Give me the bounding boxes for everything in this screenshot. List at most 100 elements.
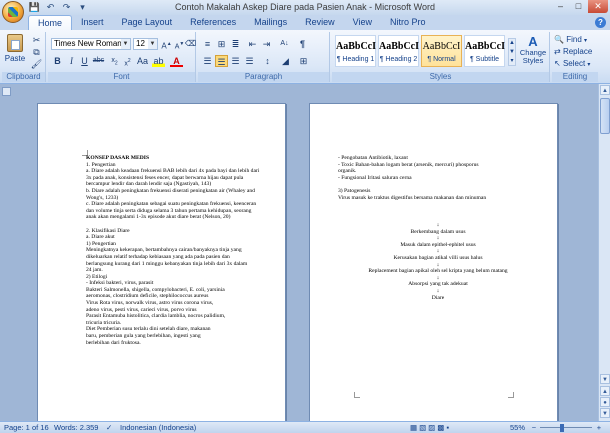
scroll-down-icon[interactable]: ▼ xyxy=(600,374,610,384)
page-count[interactable]: Page: 1 of 16 xyxy=(4,422,49,433)
change-case-icon[interactable]: Aa xyxy=(136,55,149,67)
margin-mark xyxy=(508,392,514,398)
office-button[interactable] xyxy=(2,1,24,23)
change-styles-button[interactable]: A Change Styles xyxy=(518,34,548,65)
find-label: Find xyxy=(566,35,582,44)
document-line: - Infeksi bakteri, virus, parasit xyxy=(86,280,154,287)
binoculars-icon: 🔍 xyxy=(554,35,564,44)
format-painter-icon[interactable]: 🖌 xyxy=(30,58,43,70)
highlight-icon[interactable]: ab xyxy=(152,55,165,67)
align-center-icon[interactable]: ☰ xyxy=(215,55,228,67)
font-group-label: Font xyxy=(48,72,195,82)
strikethrough-icon[interactable]: abc xyxy=(92,55,105,67)
document-line: 1) Pengertian xyxy=(86,240,116,247)
chevron-down-icon: ▼ xyxy=(148,39,157,49)
document-line: ↓ xyxy=(436,235,440,242)
tab-insert[interactable]: Insert xyxy=(72,15,113,30)
style-name: ¶ Normal xyxy=(427,56,456,63)
increase-indent-icon[interactable]: ⇥ xyxy=(260,38,273,50)
help-icon[interactable]: ? xyxy=(595,17,606,28)
document-line: a. Diare adalah keadaan frekuensi BAB le… xyxy=(86,168,260,175)
vertical-scrollbar[interactable]: ▲ ▼ ▲ ● ▼ xyxy=(598,84,610,421)
tab-home[interactable]: Home xyxy=(28,15,73,30)
document-line: adeno virus, pesti virus, carieci virus,… xyxy=(86,306,197,313)
tab-view[interactable]: View xyxy=(344,15,381,30)
styles-scroll[interactable]: ▲ ▼ ▾ xyxy=(508,38,516,66)
style-heading-2[interactable]: AaBbCcI ¶ Heading 2 xyxy=(378,35,419,67)
select-button[interactable]: ↖ Select ▾ xyxy=(554,59,598,68)
zoom-slider-thumb[interactable] xyxy=(560,424,564,432)
clipboard-icon xyxy=(7,34,23,52)
zoom-in-icon[interactable]: + xyxy=(595,422,603,433)
tab-page-layout[interactable]: Page Layout xyxy=(113,15,182,30)
document-line: Diare xyxy=(431,294,445,301)
italic-icon[interactable]: I xyxy=(65,55,78,67)
page-1[interactable]: KONSEP DASAR MEDIS 1. Pengertian a. Diare … xyxy=(37,103,286,421)
sort-icon[interactable]: A↓ xyxy=(278,38,291,50)
font-color-icon[interactable]: A xyxy=(170,55,183,67)
align-right-icon[interactable]: ☰ xyxy=(229,55,242,67)
next-page-icon[interactable]: ▼ xyxy=(600,408,610,418)
styles-group: AaBbCcI ¶ Heading 1 AaBbCcI ¶ Heading 2 … xyxy=(332,32,550,82)
ruler-toggle-icon[interactable] xyxy=(2,87,11,96)
browse-object-icon[interactable]: ● xyxy=(600,397,610,407)
show-marks-icon[interactable]: ¶ xyxy=(296,38,309,50)
line-spacing-icon[interactable]: ↕ xyxy=(261,55,274,67)
paste-label: Paste xyxy=(4,54,26,63)
bold-icon[interactable]: B xyxy=(51,55,64,67)
title-bar: 💾 ↶ ↷ ▾ Contoh Makalah Askep Diare pada … xyxy=(0,0,610,15)
document-line: Berkembang dalam usus xyxy=(410,228,466,235)
previous-page-icon[interactable]: ▲ xyxy=(600,386,610,396)
page-2[interactable]: - Pengobatan Antibiotik, laxant - Toxic B… xyxy=(309,103,558,421)
language-indicator[interactable]: Indonesian (Indonesia) xyxy=(120,422,196,433)
minimize-icon[interactable]: – xyxy=(552,0,569,13)
scroll-thumb[interactable] xyxy=(600,98,610,134)
close-icon[interactable]: ✕ xyxy=(588,0,608,13)
decrease-indent-icon[interactable]: ⇤ xyxy=(246,38,259,50)
spelling-icon[interactable]: ✓ xyxy=(106,422,112,433)
document-line: ↓ xyxy=(436,222,440,228)
cut-icon[interactable]: ✂ xyxy=(30,34,43,46)
tab-references[interactable]: References xyxy=(181,15,245,30)
zoom-slider[interactable] xyxy=(540,427,592,428)
find-button[interactable]: 🔍 Find ▾ xyxy=(554,35,598,44)
tab-mailings[interactable]: Mailings xyxy=(245,15,296,30)
style-subtitle[interactable]: AaBbCcI ¶ Subtitle xyxy=(464,35,505,67)
pathogenesis-flow[interactable]: ↓ Berkembang dalam usus ↓ Masuk dalam epith… xyxy=(338,222,538,332)
borders-icon[interactable]: ⊞ xyxy=(297,55,310,67)
view-buttons[interactable]: ▦▧▨▩▪ xyxy=(410,422,451,433)
font-family-select[interactable]: Times New Roman ▼ xyxy=(51,38,131,50)
subscript-icon[interactable]: x2 xyxy=(108,55,121,67)
document-area[interactable]: KONSEP DASAR MEDIS 1. Pengertian a. Diare … xyxy=(0,84,598,421)
tab-review[interactable]: Review xyxy=(296,15,344,30)
zoom-out-icon[interactable]: − xyxy=(530,422,538,433)
document-line: c. Diare adalah peningkatan sebagai suat… xyxy=(86,201,257,208)
underline-icon[interactable]: U xyxy=(78,55,91,67)
clipboard-group: Paste ✂ ⧉ 🖌 Clipboard xyxy=(2,32,46,82)
style-normal[interactable]: AaBbCcI ¶ Normal xyxy=(421,35,462,67)
replace-button[interactable]: ⇄ Replace xyxy=(554,47,598,56)
copy-icon[interactable]: ⧉ xyxy=(30,46,43,58)
paste-button[interactable]: Paste xyxy=(4,34,26,70)
tab-nitro-pro[interactable]: Nitro Pro xyxy=(381,15,435,30)
zoom-level[interactable]: 55% xyxy=(510,422,525,433)
document-line: anak akan mengalami 1-3x episode akut di… xyxy=(86,214,231,221)
scroll-up-icon[interactable]: ▲ xyxy=(600,85,610,95)
justify-icon[interactable]: ☰ xyxy=(243,55,256,67)
maximize-icon[interactable]: □ xyxy=(570,0,587,13)
multilevel-list-icon[interactable]: ≣ xyxy=(229,38,242,50)
document-line: Virus Rota virus, norwalk virus, astro v… xyxy=(86,300,214,307)
style-heading-1[interactable]: AaBbCcI ¶ Heading 1 xyxy=(335,35,376,67)
grow-font-icon[interactable]: A▲ xyxy=(160,38,173,51)
superscript-icon[interactable]: x2 xyxy=(121,55,134,67)
font-family-value: Times New Roman xyxy=(54,39,122,48)
bullets-icon[interactable]: ≡ xyxy=(201,38,214,50)
word-count[interactable]: Words: 2.359 xyxy=(54,422,98,433)
office-logo-icon xyxy=(8,7,18,17)
numbering-icon[interactable]: ⊞ xyxy=(215,38,228,50)
page-1-text[interactable]: KONSEP DASAR MEDIS 1. Pengertian a. Diare … xyxy=(86,155,270,417)
font-size-select[interactable]: 12 ▼ xyxy=(133,38,158,50)
shading-icon[interactable]: ◢ xyxy=(279,55,292,67)
align-left-icon[interactable]: ☰ xyxy=(201,55,214,67)
clear-format-icon[interactable]: ⌫ xyxy=(184,38,197,50)
